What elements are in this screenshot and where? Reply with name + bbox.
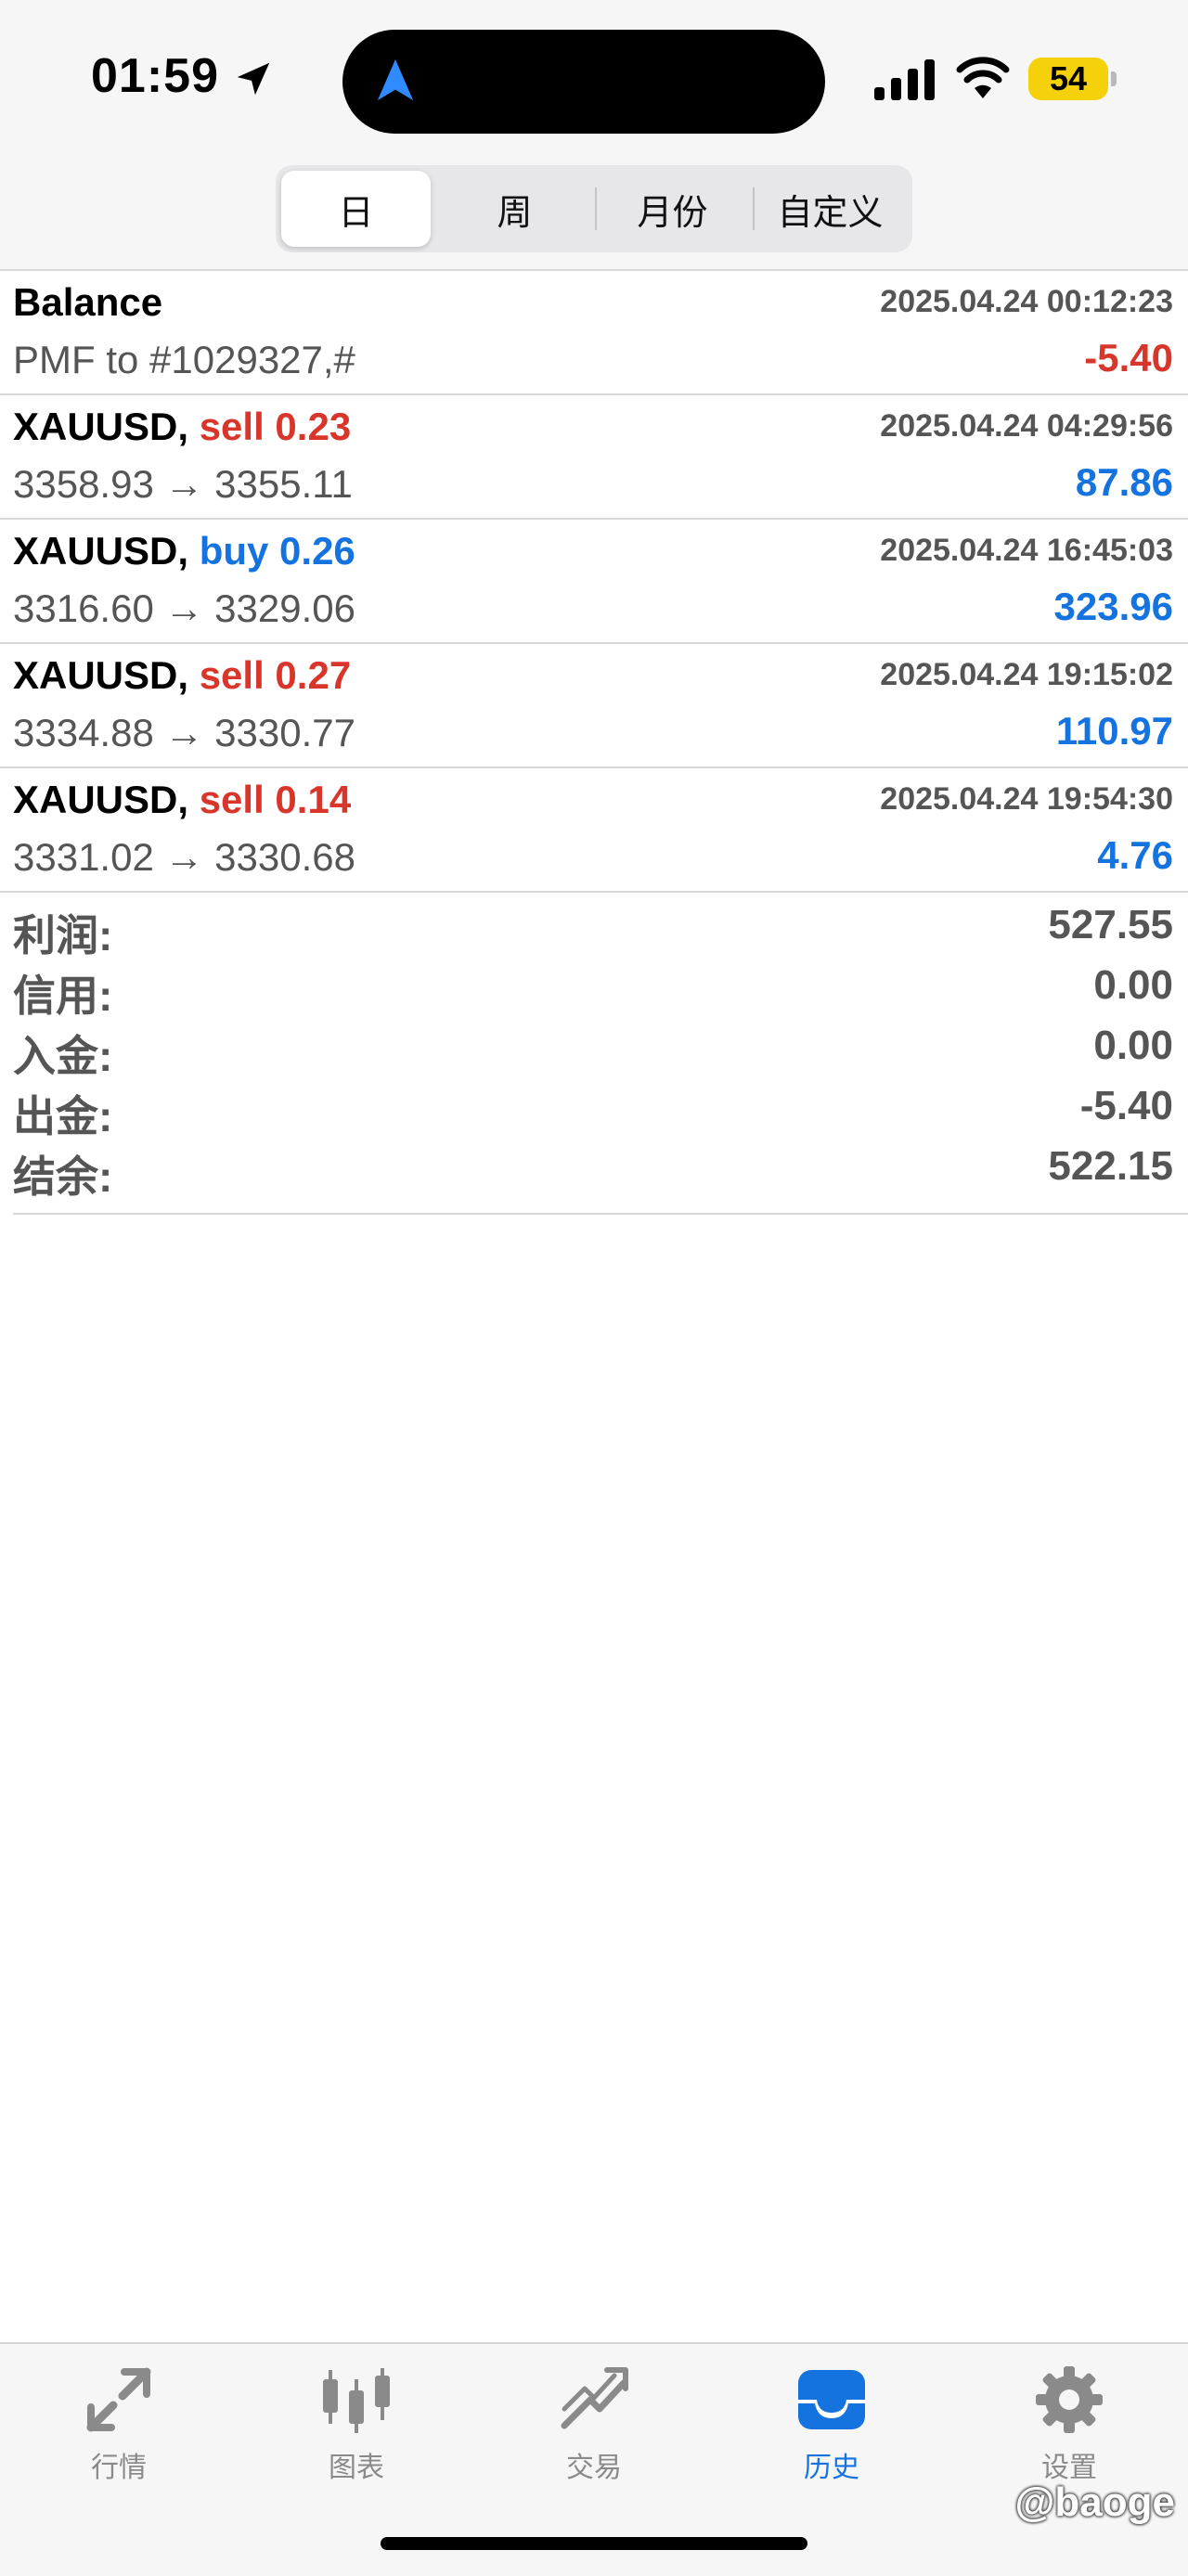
summary-value: 0.00 (1093, 962, 1173, 1008)
watermark: @baoge (1014, 2479, 1175, 2525)
row-time: 2025.04.24 00:12:23 (880, 284, 1173, 319)
tab-label: 行情 (91, 2453, 147, 2483)
summary-row-profit: 利润: 527.55 (13, 898, 1188, 960)
cellular-signal-icon (874, 59, 935, 100)
summary-row-deposit: 入金: 0.00 (13, 1019, 1188, 1080)
summary-label: 利润: (13, 911, 113, 960)
row-symbol: XAUUSD, buy 0.26 (13, 529, 355, 573)
symbol-name: XAUUSD, (13, 529, 189, 573)
history-row[interactable]: Balance 2025.04.24 00:12:23 PMF to #1029… (0, 271, 1188, 395)
row-time: 2025.04.24 16:45:03 (880, 533, 1173, 568)
row-amount: 87.86 (1075, 460, 1173, 504)
row-detail: 3358.93 → 3355.11 (13, 462, 353, 506)
summary-label: 结余: (13, 1153, 113, 1201)
symbol-name: Balance (13, 280, 163, 324)
row-symbol: XAUUSD, sell 0.23 (13, 405, 351, 449)
tab-label: 图表 (329, 2453, 384, 2483)
quotes-icon (86, 2367, 151, 2432)
segment-divider (753, 187, 755, 230)
symbol-name: XAUUSD, (13, 405, 189, 448)
tab-label: 历史 (804, 2453, 859, 2483)
period-segmented-control: 日 周 月份 自定义 (276, 165, 912, 252)
summary-row-balance: 结余: 522.15 (13, 1140, 1188, 1201)
history-inbox-icon (798, 2370, 865, 2429)
history-row[interactable]: XAUUSD, sell 0.27 2025.04.24 19:15:02 33… (0, 644, 1188, 768)
row-symbol: XAUUSD, sell 0.14 (13, 778, 351, 822)
chart-candles-icon (323, 2368, 390, 2433)
summary-value: 522.15 (1048, 1143, 1173, 1189)
row-time: 2025.04.24 04:29:56 (880, 408, 1173, 444)
navigation-arrow-icon (377, 59, 414, 101)
battery-indicator: 54 (1028, 58, 1108, 100)
summary-row-credit: 信用: 0.00 (13, 959, 1188, 1020)
symbol-name: XAUUSD, (13, 778, 189, 821)
row-symbol: Balance (13, 280, 162, 325)
tab-settings[interactable]: 设置 (995, 2363, 1143, 2492)
summary-value: -5.40 (1079, 1083, 1173, 1128)
segment-custom[interactable]: 自定义 (755, 171, 905, 247)
row-time: 2025.04.24 19:15:02 (880, 657, 1173, 692)
summary-row-withdrawal: 出金: -5.40 (13, 1079, 1188, 1140)
row-detail: 3331.02 → 3330.68 (13, 835, 355, 879)
trade-side: buy 0.26 (199, 529, 355, 573)
tab-quotes[interactable]: 行情 (45, 2363, 193, 2492)
trade-side: sell 0.14 (199, 778, 352, 821)
segment-divider (595, 187, 597, 230)
status-time: 01:59 (91, 49, 219, 103)
summary-panel: 利润: 527.55 信用: 0.00 入金: 0.00 出金: -5.40 结… (13, 898, 1188, 1215)
tab-chart[interactable]: 图表 (282, 2363, 431, 2492)
summary-label: 入金: (13, 1032, 113, 1080)
row-amount: 110.97 (1055, 709, 1173, 753)
history-row[interactable]: XAUUSD, sell 0.14 2025.04.24 19:54:30 33… (0, 768, 1188, 893)
row-detail: 3316.60 → 3329.06 (13, 586, 355, 630)
row-time: 2025.04.24 19:54:30 (880, 781, 1173, 817)
location-arrow-icon (237, 62, 270, 96)
summary-value: 0.00 (1093, 1023, 1173, 1068)
battery-level: 54 (1049, 59, 1088, 97)
home-indicator[interactable] (381, 2537, 807, 2550)
trade-side: sell 0.23 (199, 405, 352, 448)
row-amount: -5.40 (1084, 336, 1173, 380)
wifi-icon (956, 57, 1010, 98)
status-bar: 01:59 54 (0, 0, 1188, 148)
row-detail: PMF to #1029327,# (13, 338, 355, 381)
row-detail: 3334.88 → 3330.77 (13, 711, 355, 754)
trade-icon (561, 2367, 628, 2429)
tab-history[interactable]: 历史 (757, 2363, 906, 2492)
dynamic-island (342, 30, 825, 134)
top-region: 01:59 54 日 周 月份 自定义 (0, 0, 1188, 269)
segment-week[interactable]: 周 (440, 171, 589, 247)
summary-label: 信用: (13, 972, 113, 1020)
tab-label: 交易 (566, 2453, 622, 2483)
symbol-name: XAUUSD, (13, 653, 189, 697)
segment-month[interactable]: 月份 (598, 171, 747, 247)
battery-cap (1111, 71, 1117, 86)
summary-value: 527.55 (1048, 902, 1173, 947)
tab-trade[interactable]: 交易 (520, 2363, 668, 2492)
row-amount: 4.76 (1097, 833, 1173, 877)
row-amount: 323.96 (1053, 585, 1173, 628)
history-row[interactable]: XAUUSD, buy 0.26 2025.04.24 16:45:03 331… (0, 520, 1188, 644)
row-symbol: XAUUSD, sell 0.27 (13, 653, 351, 698)
history-list: Balance 2025.04.24 00:12:23 PMF to #1029… (0, 269, 1188, 893)
history-row[interactable]: XAUUSD, sell 0.23 2025.04.24 04:29:56 33… (0, 395, 1188, 520)
gear-icon (1036, 2366, 1103, 2433)
summary-label: 出金: (13, 1092, 113, 1140)
segment-day[interactable]: 日 (281, 171, 431, 247)
trade-side: sell 0.27 (199, 653, 352, 697)
